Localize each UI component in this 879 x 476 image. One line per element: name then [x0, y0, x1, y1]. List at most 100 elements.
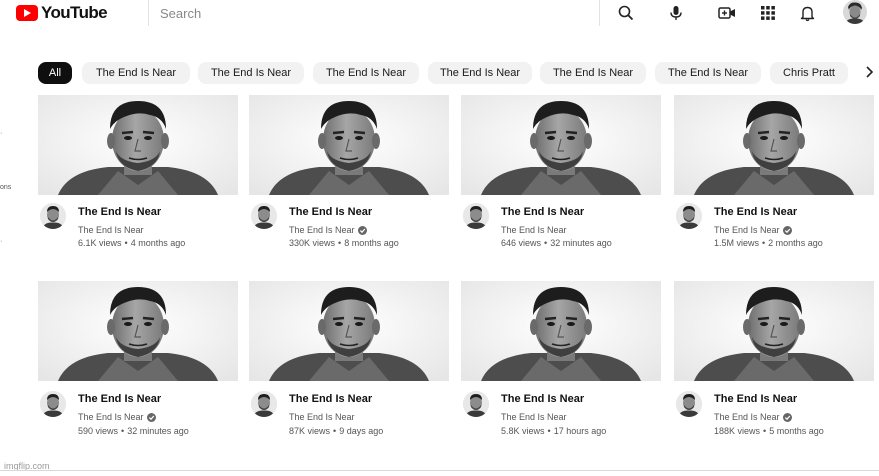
channel-name-text: The End Is Near [289, 225, 355, 235]
upload-age: 4 months ago [130, 238, 186, 248]
thumbnail-portrait-image [674, 281, 874, 381]
upload-age: 5 months ago [769, 426, 824, 436]
video-meta: 87K views • 9 days ago [289, 426, 383, 436]
channel-name[interactable]: The End Is Near [78, 225, 144, 235]
upload-age: 32 minutes ago [550, 238, 612, 248]
channel-name-text: The End Is Near [78, 412, 144, 422]
channel-name[interactable]: The End Is Near [289, 412, 355, 422]
video-meta: 330K views • 8 months ago [289, 238, 399, 248]
chip-the-end-is-near[interactable]: The End Is Near [655, 62, 761, 84]
video-thumbnail[interactable] [249, 281, 449, 381]
video-title[interactable]: The End Is Near [289, 206, 372, 218]
video-thumbnail[interactable] [38, 281, 238, 381]
video-thumbnail[interactable] [38, 95, 238, 195]
microphone-icon [670, 6, 682, 20]
video-title[interactable]: The End Is Near [78, 206, 161, 218]
bottom-divider [0, 470, 879, 471]
meta-separator: • [763, 426, 767, 436]
chip-the-end-is-near[interactable]: The End Is Near [428, 62, 532, 84]
thumbnail-portrait-image [674, 95, 874, 195]
channel-avatar[interactable] [251, 391, 277, 417]
video-title[interactable]: The End Is Near [289, 393, 372, 405]
account-avatar[interactable] [843, 0, 867, 24]
notifications-button[interactable] [797, 3, 817, 23]
thumbnail-portrait-image [461, 95, 661, 195]
create-video-icon [718, 7, 735, 19]
video-title[interactable]: The End Is Near [501, 393, 584, 405]
youtube-wordmark: YouTube [41, 3, 108, 22]
video-thumbnail[interactable] [674, 95, 874, 195]
video-thumbnail[interactable] [461, 95, 661, 195]
meta-separator: • [762, 238, 766, 248]
chip-the-end-is-near[interactable]: The End Is Near [313, 62, 419, 84]
masthead: YouTube [0, 0, 879, 26]
view-count: 188K views [714, 426, 761, 436]
channel-name[interactable]: The End Is Near [714, 225, 792, 235]
chip-the-end-is-near[interactable]: The End Is Near [198, 62, 304, 84]
chips-scroll-right-button[interactable] [862, 64, 876, 80]
thumbnail-portrait-image [249, 95, 449, 195]
video-thumbnail[interactable] [674, 281, 874, 381]
chip-the-end-is-near[interactable]: The End Is Near [540, 62, 646, 84]
channel-avatar[interactable] [676, 391, 702, 417]
sidebar-fragment-dot: · [0, 130, 3, 137]
channel-name[interactable]: The End Is Near [501, 225, 567, 235]
meta-separator: • [121, 426, 125, 436]
video-thumbnail[interactable] [461, 281, 661, 381]
youtube-play-icon [16, 5, 38, 21]
view-count: 330K views [289, 238, 336, 248]
channel-name[interactable]: The End Is Near [714, 412, 792, 422]
upload-age: 32 minutes ago [127, 426, 189, 436]
thumbnail-portrait-image [38, 281, 238, 381]
meta-separator: • [544, 238, 548, 248]
channel-name-text: The End Is Near [501, 412, 567, 422]
video-meta: 5.8K views • 17 hours ago [501, 426, 606, 436]
channel-avatar[interactable] [40, 391, 66, 417]
chip-the-end-is-near[interactable]: The End Is Near [82, 62, 190, 84]
voice-search-button[interactable] [666, 3, 686, 23]
channel-avatar[interactable] [251, 203, 277, 229]
video-meta: 188K views • 5 months ago [714, 426, 824, 436]
channel-name[interactable]: The End Is Near [501, 412, 567, 422]
channel-avatar-image [676, 391, 702, 417]
channel-avatar[interactable] [40, 203, 66, 229]
view-count: 1.5M views [714, 238, 760, 248]
channel-avatar-image [40, 391, 66, 417]
chip-all[interactable]: All [38, 62, 72, 84]
search-input[interactable] [160, 5, 580, 21]
video-title[interactable]: The End Is Near [714, 393, 797, 405]
search-icon [618, 5, 634, 21]
chip-chris-pratt[interactable]: Chris Pratt [770, 62, 848, 84]
create-button[interactable] [717, 3, 737, 23]
thumbnail-portrait-image [249, 281, 449, 381]
video-title[interactable]: The End Is Near [78, 393, 161, 405]
view-count: 6.1K views [78, 238, 122, 248]
channel-avatar-image [676, 203, 702, 229]
view-count: 5.8K views [501, 426, 545, 436]
search-button[interactable] [616, 3, 636, 23]
youtube-logo[interactable]: YouTube [16, 3, 108, 23]
channel-avatar-image [40, 203, 66, 229]
apps-grid-icon [761, 6, 775, 20]
upload-age: 9 days ago [339, 426, 384, 436]
channel-avatar[interactable] [463, 391, 489, 417]
channel-avatar[interactable] [463, 203, 489, 229]
channel-avatar-image [251, 203, 277, 229]
video-title[interactable]: The End Is Near [714, 206, 797, 218]
video-title[interactable]: The End Is Near [501, 206, 584, 218]
meta-separator: • [124, 238, 128, 248]
upload-age: 2 months ago [768, 238, 823, 248]
channel-name[interactable]: The End Is Near [78, 412, 156, 422]
channel-avatar[interactable] [676, 203, 702, 229]
video-thumbnail[interactable] [249, 95, 449, 195]
thumbnail-portrait-image [38, 95, 238, 195]
sidebar-fragment-dot: · [0, 238, 3, 245]
meta-separator: • [547, 426, 551, 436]
video-meta: 590 views • 32 minutes ago [78, 426, 189, 436]
search-bar [148, 0, 600, 26]
account-avatar-image [843, 0, 867, 24]
verified-badge-icon [782, 412, 792, 422]
channel-name[interactable]: The End Is Near [289, 225, 367, 235]
apps-button[interactable] [758, 3, 778, 23]
view-count: 646 views [501, 238, 542, 248]
